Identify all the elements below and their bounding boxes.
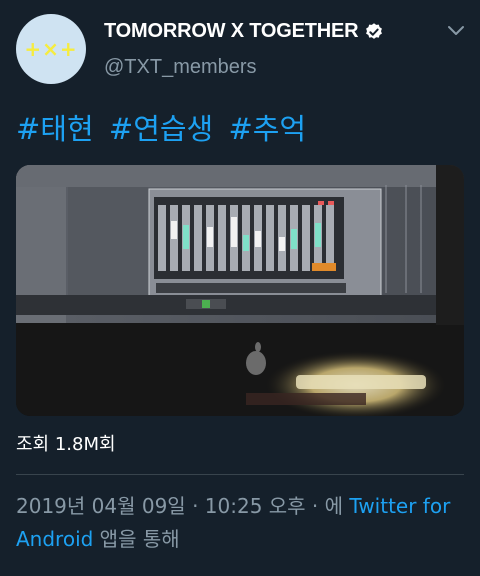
hashtag-link[interactable]: #추억 (228, 112, 306, 146)
divider (16, 474, 464, 475)
view-count: 조회 1.8M회 (16, 434, 116, 455)
tweet-meta: 2019년 04월 09일 · 10:25 오후 · 에 Twitter for… (16, 490, 456, 556)
verified-badge-icon (366, 22, 383, 39)
hashtag-link[interactable]: #태현 (16, 112, 94, 146)
video-media[interactable] (16, 165, 464, 416)
avatar[interactable]: +×+ (16, 14, 86, 84)
user-handle[interactable]: @TXT_members (104, 56, 257, 79)
video-thumbnail (16, 165, 464, 416)
tweet-hashtags: #태현 #연습생 #추억 (16, 106, 312, 148)
source-suffix: 앱을 통해 (93, 527, 180, 551)
hashtag-link[interactable]: #연습생 (109, 112, 213, 146)
display-name[interactable]: TOMORROW X TOGETHER (104, 20, 359, 43)
timestamp[interactable]: 2019년 04월 09일 · 10:25 오후 · 에 (16, 494, 349, 518)
author-name-row: TOMORROW X TOGETHER (104, 20, 384, 43)
avatar-logo: +×+ (24, 37, 78, 61)
chevron-down-icon[interactable] (446, 24, 466, 38)
